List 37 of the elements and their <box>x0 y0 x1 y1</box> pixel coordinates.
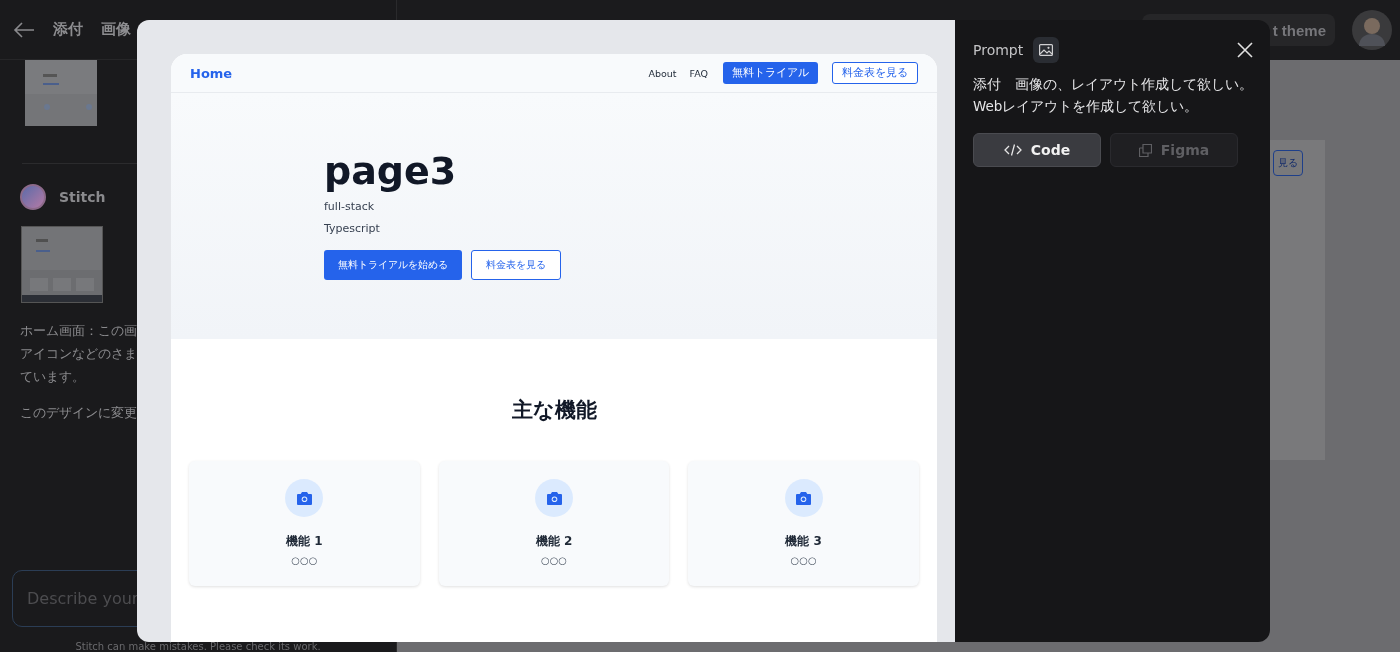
user-avatar-icon[interactable] <box>1352 10 1392 50</box>
feature-description: ○○○ <box>540 555 568 566</box>
message-text: このデザインに変更 <box>20 404 138 422</box>
prompt-label: Prompt <box>973 42 1024 58</box>
sender-name: Stitch <box>59 189 106 205</box>
home-link[interactable]: Home <box>190 65 233 81</box>
back-arrow-icon[interactable] <box>13 21 35 38</box>
code-button[interactable]: Code <box>973 133 1101 167</box>
message-text: ホーム画面：この画 アイコンなどのさま ています。 <box>20 322 138 386</box>
camera-icon <box>546 491 562 505</box>
feature-title: 機能 1 <box>286 533 323 550</box>
hero-subtitle: full-stack <box>324 199 376 215</box>
free-trial-button[interactable]: 無料トライアル <box>723 62 818 84</box>
disclaimer-text: Stitch can make mistakes. Please check its work. <box>75 642 321 652</box>
stitch-avatar-icon <box>20 184 46 210</box>
feature-title: 機能 2 <box>535 533 573 550</box>
feature-title: 機能 3 <box>785 533 822 550</box>
code-icon <box>1003 144 1022 156</box>
image-icon[interactable] <box>1033 37 1060 63</box>
hero-title: page3 <box>324 149 458 193</box>
feature-description: ○○○ <box>291 555 318 566</box>
nav-link[interactable]: FAQ <box>689 67 708 79</box>
section-heading: 主な機能 <box>510 397 598 424</box>
prompt-text: 添付 画像の、レイアウト作成して欲しい。 Webレイアウトを作成して欲しい。 <box>973 75 1253 116</box>
nav-link[interactable]: About <box>648 67 677 79</box>
close-icon[interactable] <box>1237 42 1253 58</box>
start-trial-button[interactable]: 無料トライアルを始める <box>324 250 462 280</box>
camera-icon <box>796 491 812 505</box>
pricing-button[interactable]: 料金表を見る <box>832 62 918 84</box>
page-title: 添付 <box>53 20 83 39</box>
feature-description: ○○○ <box>790 555 817 566</box>
camera-icon <box>296 491 312 505</box>
pricing-button[interactable]: 料金表を見る <box>471 250 561 280</box>
copy-icon <box>1138 143 1152 157</box>
pricing-button[interactable]: 見る <box>1273 150 1303 176</box>
page-title: 画像 <box>101 20 131 39</box>
hero-subtitle: Typescript <box>324 221 381 237</box>
